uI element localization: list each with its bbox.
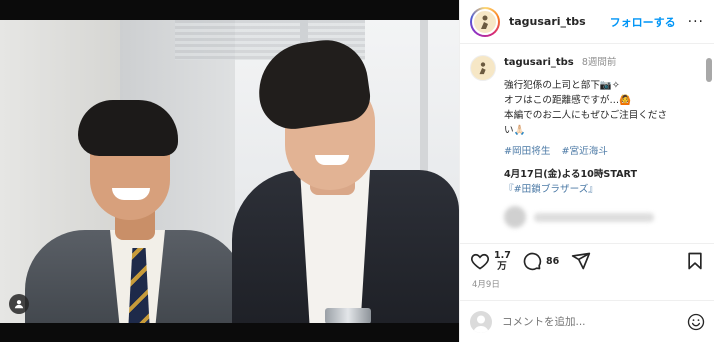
hashtag-link[interactable]: #宮近海斗 xyxy=(561,146,607,157)
caption-text: 強行犯係の上司と部下📷✧ オフはこの距離感ですが…🙆 本編でのお二人にもぜひご注… xyxy=(504,80,668,136)
hashtag-link[interactable]: #岡田将生 xyxy=(504,146,550,157)
person-left-smile xyxy=(112,188,150,200)
caption-row: tagusari_tbs 8週間前 強行犯係の上司と部下📷✧ オフはこの距離感で… xyxy=(470,55,705,228)
blurred-text xyxy=(534,212,654,222)
likes-count-number: 1.7 xyxy=(494,250,511,261)
more-options-icon[interactable]: ··· xyxy=(688,15,704,29)
show-hashtag-link[interactable]: 『#田鎖ブラザーズ』 xyxy=(504,182,700,197)
blurred-avatar xyxy=(504,206,526,228)
share-button[interactable] xyxy=(571,251,591,271)
comment-button[interactable]: 86 xyxy=(522,251,559,271)
likes-count: 1.7 万 xyxy=(494,250,511,272)
header-username[interactable]: tagusari_tbs xyxy=(509,15,586,28)
like-button[interactable]: 1.7 万 xyxy=(470,250,511,272)
profile-avatar[interactable] xyxy=(470,6,500,37)
avatar-image xyxy=(472,8,498,35)
caption-section: tagusari_tbs 8週間前 強行犯係の上司と部下📷✧ オフはこの距離感で… xyxy=(460,45,714,240)
current-user-avatar xyxy=(470,310,492,333)
caption-time: 8週間前 xyxy=(581,57,617,68)
comments-count: 86 xyxy=(546,255,560,267)
start-date-text: 4月17日(金)よる10時START xyxy=(504,169,638,180)
hashtag-list: #岡田将生 #宮近海斗 xyxy=(504,144,700,159)
post-header: tagusari_tbs フォローする ··· xyxy=(460,0,714,44)
follow-button[interactable]: フォローする xyxy=(610,14,676,30)
comments-scrollbar[interactable] xyxy=(706,58,712,82)
send-icon xyxy=(572,252,591,270)
instagram-post-modal: tagusari_tbs フォローする ··· tagusari_tbs 8週間… xyxy=(0,0,714,342)
post-date[interactable]: 4月9日 xyxy=(472,278,500,290)
save-button[interactable] xyxy=(685,251,705,271)
post-photo[interactable] xyxy=(0,0,459,342)
caption-body: tagusari_tbs 8週間前 強行犯係の上司と部下📷✧ オフはこの距離感で… xyxy=(504,55,700,228)
profile-figure-icon xyxy=(481,15,488,29)
photo-scene xyxy=(0,20,459,323)
tagged-users-icon[interactable] xyxy=(9,294,29,314)
emoji-icon[interactable] xyxy=(687,313,705,331)
heart-icon xyxy=(471,253,489,270)
add-comment-bar xyxy=(460,300,714,342)
caption-avatar[interactable] xyxy=(470,55,496,81)
person-right-watch xyxy=(325,308,371,323)
person-left-hair xyxy=(78,100,178,156)
user-silhouette-icon xyxy=(473,315,489,333)
likes-count-unit: 万 xyxy=(497,261,507,272)
person-right-smile xyxy=(315,155,349,165)
action-bar: 1.7 万 86 xyxy=(460,243,714,278)
blurred-comment xyxy=(504,206,700,228)
post-side-panel: tagusari_tbs フォローする ··· tagusari_tbs 8週間… xyxy=(459,0,714,342)
caption-username[interactable]: tagusari_tbs xyxy=(504,57,574,68)
comment-input[interactable] xyxy=(502,315,687,328)
profile-figure-icon xyxy=(479,62,486,75)
comment-icon xyxy=(523,252,542,271)
bookmark-icon xyxy=(688,252,702,270)
